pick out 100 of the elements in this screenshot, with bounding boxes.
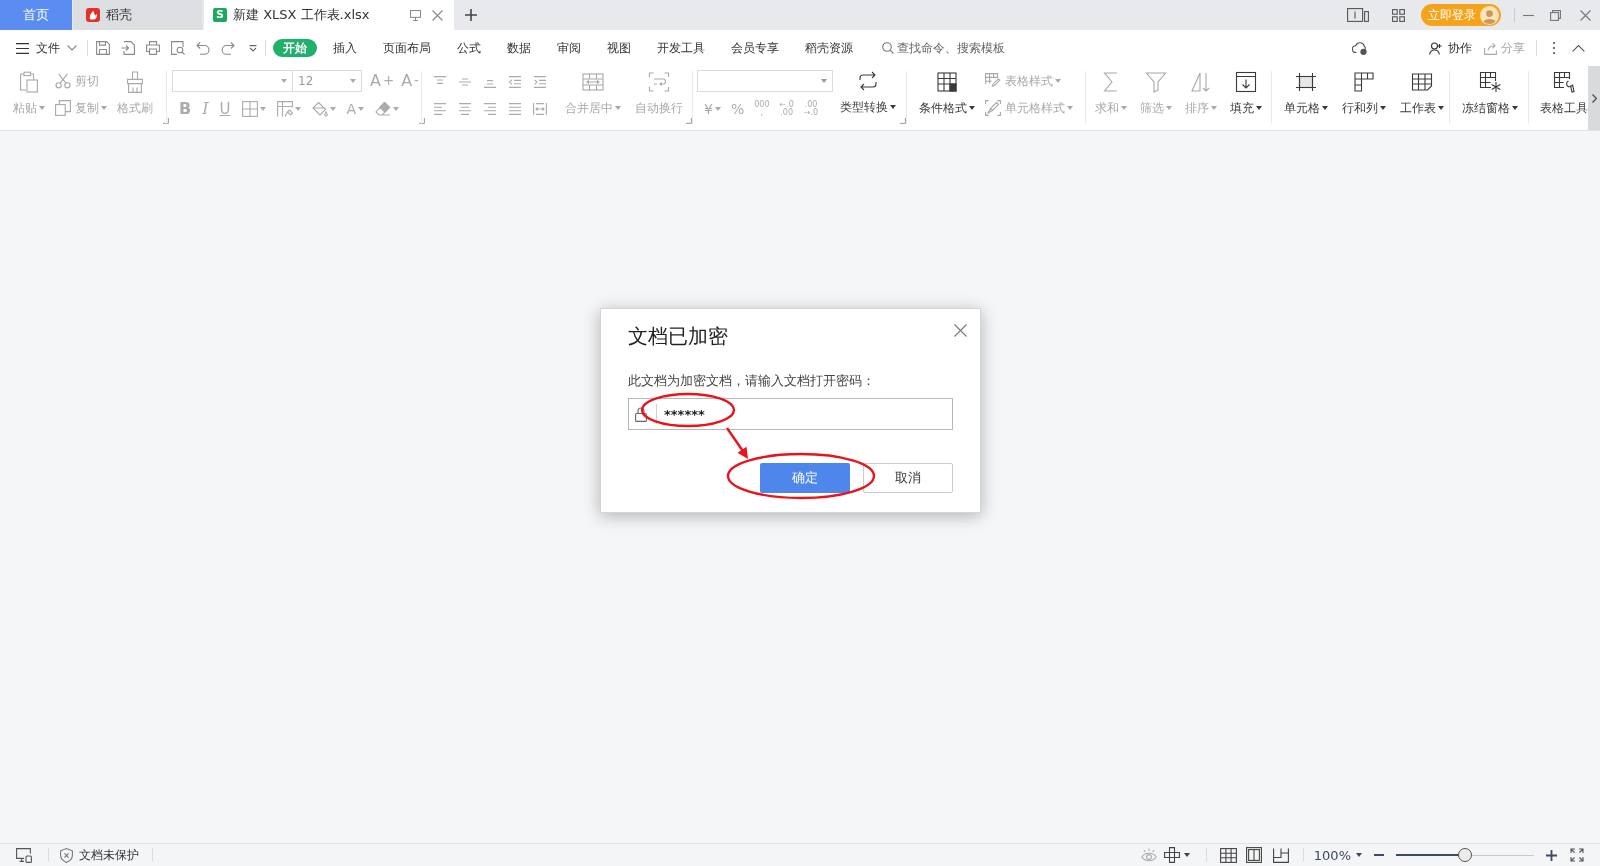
caret-icon bbox=[1322, 106, 1328, 110]
reading-mode-icon[interactable] bbox=[1347, 8, 1369, 22]
document-tab[interactable]: S 新建 XLSX 工作表.xlsx bbox=[204, 0, 454, 30]
align-middle-icon bbox=[458, 76, 472, 88]
normal-view-icon[interactable] bbox=[1219, 847, 1237, 863]
slider-thumb[interactable] bbox=[1458, 848, 1472, 862]
cross-layout-icon bbox=[1163, 847, 1180, 863]
caret-icon bbox=[1380, 106, 1386, 110]
ribbon-tab[interactable]: 数据 bbox=[497, 39, 541, 57]
fill-button[interactable]: 填充 bbox=[1229, 70, 1263, 126]
ribbon-tab[interactable]: 开发工具 bbox=[647, 39, 715, 57]
caret-icon bbox=[615, 106, 621, 110]
convert-type-button[interactable]: 类型转换 bbox=[839, 69, 897, 125]
lock-icon bbox=[635, 406, 647, 422]
add-person-icon bbox=[1429, 41, 1442, 55]
caret-icon bbox=[1121, 106, 1127, 110]
caret-icon bbox=[1438, 106, 1444, 110]
new-tab-icon[interactable] bbox=[465, 9, 477, 21]
table-tools-button[interactable]: 表格工具 bbox=[1539, 70, 1589, 126]
print-preview-icon[interactable] bbox=[171, 41, 185, 55]
rows-columns-icon bbox=[1353, 71, 1375, 93]
page-view-icon[interactable] bbox=[1272, 847, 1289, 863]
save-icon[interactable] bbox=[96, 41, 110, 55]
eye-icon[interactable] bbox=[1140, 848, 1157, 862]
apps-grid-icon[interactable] bbox=[1392, 8, 1405, 22]
align-center-icon bbox=[458, 103, 472, 115]
ribbon-tab[interactable]: 插入 bbox=[323, 39, 367, 57]
paint-bucket-icon bbox=[311, 100, 328, 117]
number-format-field[interactable] bbox=[697, 69, 833, 92]
ribbon-tab[interactable]: 视图 bbox=[597, 39, 641, 57]
search-field[interactable]: 查找命令、搜索模板 bbox=[882, 41, 1009, 55]
caret-icon bbox=[969, 106, 975, 110]
funnel-icon bbox=[1145, 71, 1167, 93]
more-icon[interactable] bbox=[1552, 41, 1556, 55]
wrap-text-icon bbox=[648, 71, 670, 93]
monitor-icon[interactable] bbox=[410, 9, 421, 21]
collapse-ribbon-icon[interactable] bbox=[1572, 44, 1585, 52]
fullscreen-icon[interactable] bbox=[1570, 848, 1584, 862]
restore-icon[interactable] bbox=[1550, 9, 1561, 21]
collaborate-button[interactable]: 协作 bbox=[1429, 39, 1472, 57]
export-icon[interactable] bbox=[121, 41, 135, 55]
file-menu-button[interactable]: 文件 bbox=[16, 39, 77, 57]
customize-caret-icon[interactable] bbox=[249, 44, 257, 52]
close-icon[interactable] bbox=[1580, 9, 1591, 21]
caret-icon bbox=[1211, 106, 1217, 110]
document-tab[interactable]: 首页 bbox=[0, 0, 72, 30]
caret-icon bbox=[1356, 853, 1362, 857]
caret-icon bbox=[1166, 106, 1172, 110]
pointer-arrow bbox=[726, 427, 748, 459]
layout-menu-button[interactable] bbox=[1163, 847, 1190, 863]
cell-button[interactable]: 单元格 bbox=[1283, 70, 1329, 126]
worksheet-icon bbox=[1411, 71, 1433, 93]
table-pen-icon bbox=[985, 73, 1001, 89]
ribbon-tab[interactable]: 页面布局 bbox=[373, 39, 441, 57]
zoom-level-button[interactable]: 100% bbox=[1313, 847, 1362, 863]
copy-icon bbox=[55, 100, 71, 116]
launcher-icon[interactable] bbox=[900, 118, 906, 124]
worksheet-button[interactable]: 工作表 bbox=[1399, 70, 1445, 126]
password-field[interactable]: ****** bbox=[628, 398, 953, 430]
rows-columns-button[interactable]: 行和列 bbox=[1341, 70, 1387, 126]
cloud-icon[interactable] bbox=[1352, 41, 1368, 55]
caret-icon bbox=[714, 106, 721, 111]
confirm-button[interactable]: 确定 bbox=[760, 463, 850, 493]
redo-icon[interactable] bbox=[221, 41, 235, 55]
launcher-icon[interactable] bbox=[418, 118, 425, 124]
login-button[interactable]: 立即登录 bbox=[1421, 4, 1501, 26]
launcher-icon[interactable] bbox=[686, 118, 692, 124]
ribbon-tab[interactable]: 稻壳资源 bbox=[795, 39, 863, 57]
reading-view-icon[interactable] bbox=[1245, 847, 1262, 863]
spreadsheet-logo: S bbox=[213, 8, 227, 22]
close-icon[interactable] bbox=[432, 9, 443, 21]
caret-icon bbox=[294, 106, 301, 111]
freeze-panes-button[interactable]: 冻结窗格 bbox=[1461, 70, 1519, 126]
ribbon-tab[interactable]: 开始 bbox=[273, 39, 317, 57]
undo-icon[interactable] bbox=[196, 41, 210, 55]
document-tab[interactable]: 稻壳 bbox=[73, 0, 202, 30]
align-right-icon bbox=[483, 103, 497, 115]
zoom-in-icon[interactable] bbox=[1546, 849, 1557, 861]
caret-icon bbox=[821, 78, 827, 83]
print-icon[interactable] bbox=[146, 41, 160, 55]
caret-icon bbox=[393, 106, 400, 111]
ribbon-tab[interactable]: 会员专享 bbox=[721, 39, 789, 57]
close-icon[interactable] bbox=[954, 324, 967, 337]
share-icon bbox=[1484, 41, 1497, 55]
pattern-icon bbox=[276, 100, 293, 117]
caret-icon bbox=[1183, 853, 1190, 857]
scroll-right-button[interactable] bbox=[1588, 66, 1600, 130]
caret-icon bbox=[1067, 106, 1073, 110]
ribbon-tab[interactable]: 公式 bbox=[447, 39, 491, 57]
dialog-title: 文档已加密 bbox=[628, 323, 728, 349]
cell-frame-icon bbox=[1295, 71, 1317, 93]
cancel-button[interactable]: 取消 bbox=[863, 463, 953, 493]
distribute-icon bbox=[533, 103, 547, 115]
conditional-format-button[interactable]: 条件格式 bbox=[918, 70, 976, 126]
clipboard-icon bbox=[18, 71, 40, 93]
avatar-icon bbox=[1480, 5, 1499, 25]
chevron-down-icon bbox=[67, 45, 77, 51]
monitor-icon[interactable] bbox=[16, 847, 32, 863]
launcher-icon[interactable] bbox=[163, 118, 169, 124]
ribbon-tab[interactable]: 审阅 bbox=[547, 39, 591, 57]
